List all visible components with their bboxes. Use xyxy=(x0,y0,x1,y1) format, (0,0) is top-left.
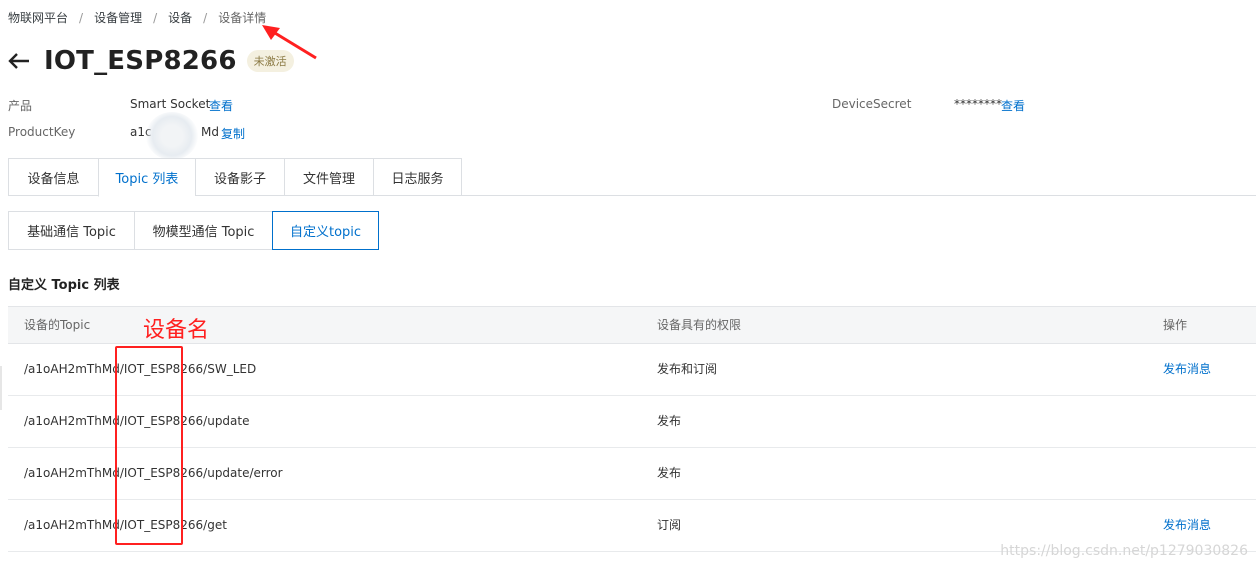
annotation-label: 设备名 xyxy=(143,318,210,343)
publish-message-link[interactable]: 发布消息 xyxy=(1163,344,1211,395)
permission-cell: 发布 xyxy=(657,414,682,428)
arrow-left-icon[interactable] xyxy=(8,51,30,71)
tab-device-shadow[interactable]: 设备影子 xyxy=(195,158,284,196)
section-title: 自定义 Topic 列表 xyxy=(8,278,120,293)
devicesecret-value: ******** xyxy=(954,97,1002,111)
tab-file-management[interactable]: 文件管理 xyxy=(284,158,373,196)
redaction-blur xyxy=(146,112,198,160)
detail-tabs: 设备信息 Topic 列表 设备影子 文件管理 日志服务 xyxy=(8,158,1256,197)
permission-cell: 订阅 xyxy=(657,518,682,532)
breadcrumb-separator: / xyxy=(203,10,208,25)
column-header-action: 操作 xyxy=(1163,318,1188,332)
watermark: https://blog.csdn.net/p1279030826 xyxy=(1000,543,1248,559)
table-row: /a1oAH2mThMd/IOT_ESP8266/update 发布 xyxy=(8,396,1256,448)
tab-log-service[interactable]: 日志服务 xyxy=(373,158,462,196)
productkey-value-tail: Md xyxy=(201,125,219,139)
edge-divider xyxy=(0,366,2,410)
permission-cell: 发布 xyxy=(657,466,682,480)
breadcrumb-item-device-management[interactable]: 设备管理 xyxy=(94,9,142,26)
topic-cell: /a1oAH2mThMd/IOT_ESP8266/update xyxy=(24,414,250,428)
topic-cell: /a1oAH2mThMd/IOT_ESP8266/SW_LED xyxy=(24,362,257,376)
tab-device-info[interactable]: 设备信息 xyxy=(8,158,98,196)
tab-topic-list[interactable]: Topic 列表 xyxy=(98,158,195,197)
subtab-basic-topic[interactable]: 基础通信 Topic xyxy=(8,211,134,250)
productkey-copy-link[interactable]: 复制 xyxy=(221,125,245,142)
table-row: /a1oAH2mThMd/IOT_ESP8266/update/error 发布 xyxy=(8,448,1256,500)
breadcrumb-item-device-detail: 设备详情 xyxy=(218,11,267,25)
status-badge: 未激活 xyxy=(246,50,294,72)
column-header-topic: 设备的Topic xyxy=(24,318,91,332)
page-title: IOT_ESP8266 xyxy=(44,46,237,76)
devicesecret-view-link[interactable]: 查看 xyxy=(1001,97,1025,114)
subtab-thing-model-topic[interactable]: 物模型通信 Topic xyxy=(134,211,272,250)
topic-cell: /a1oAH2mThMd/IOT_ESP8266/get xyxy=(24,518,227,532)
product-value: Smart Socket xyxy=(130,97,211,111)
breadcrumb-item-device[interactable]: 设备 xyxy=(168,9,192,26)
productkey-label: ProductKey xyxy=(8,125,76,139)
column-header-permission: 设备具有的权限 xyxy=(657,318,742,332)
permission-cell: 发布和订阅 xyxy=(657,362,718,376)
page-header: IOT_ESP8266 未激活 xyxy=(8,44,294,78)
breadcrumb-separator: / xyxy=(79,10,84,25)
breadcrumb-separator: / xyxy=(153,10,158,25)
subtab-custom-topic[interactable]: 自定义topic xyxy=(272,211,379,250)
breadcrumb: 物联网平台 / 设备管理 / 设备 / 设备详情 xyxy=(8,9,266,26)
product-view-link[interactable]: 查看 xyxy=(209,97,233,114)
devicesecret-label: DeviceSecret xyxy=(832,97,912,111)
table-row: /a1oAH2mThMd/IOT_ESP8266/SW_LED 发布和订阅 发布… xyxy=(8,344,1256,396)
breadcrumb-item-iot-platform[interactable]: 物联网平台 xyxy=(8,9,68,26)
product-label: 产品 xyxy=(8,99,33,113)
topic-cell: /a1oAH2mThMd/IOT_ESP8266/update/error xyxy=(24,466,283,480)
